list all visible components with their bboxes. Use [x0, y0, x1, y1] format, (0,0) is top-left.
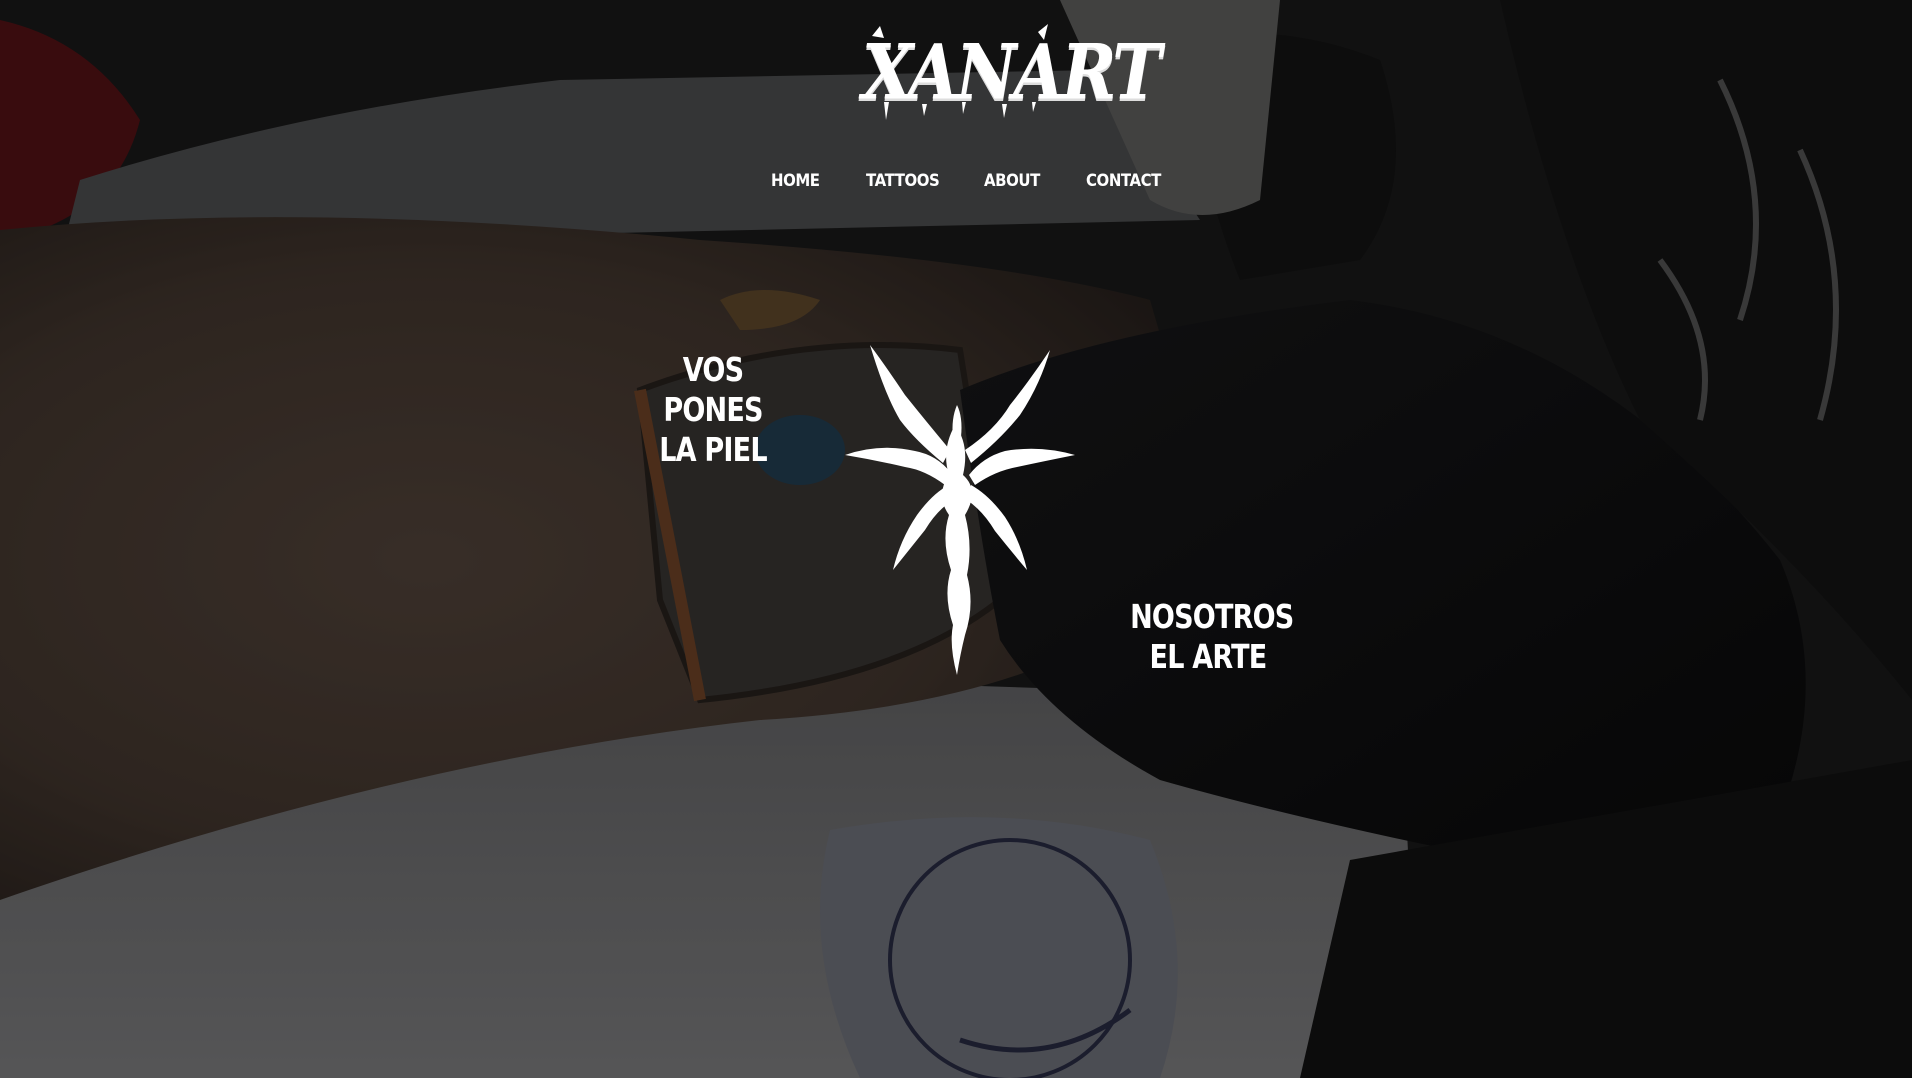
tagline-right-line-1: NOSOTROS	[1130, 597, 1294, 636]
logo-drips-icon	[872, 24, 1048, 120]
nav-about-link[interactable]: ABOUT	[984, 166, 1040, 196]
page: XANART HOME TATTOOS ABOUT CONTACT VOS PO…	[0, 0, 1912, 1078]
nav-home-link[interactable]: HOME	[771, 166, 820, 196]
tagline-right-line-2: EL ARTE	[1149, 637, 1268, 676]
spiked-star-emblem-icon	[845, 345, 1075, 675]
nav-contact-link[interactable]: CONTACT	[1086, 166, 1161, 196]
main-nav: HOME TATTOOS ABOUT CONTACT	[0, 166, 1912, 196]
hero-tagline-left: VOS PONES LA PIEL	[635, 350, 791, 470]
nav-tattoos-link[interactable]: TATTOOS	[866, 166, 940, 196]
xanart-logo[interactable]: XANART	[862, 22, 1161, 124]
tagline-left-line-1: VOS PONES	[663, 350, 763, 429]
hero-tagline-right: NOSOTROS EL ARTE	[1130, 597, 1294, 677]
tagline-left-line-2: LA PIEL	[659, 430, 767, 469]
